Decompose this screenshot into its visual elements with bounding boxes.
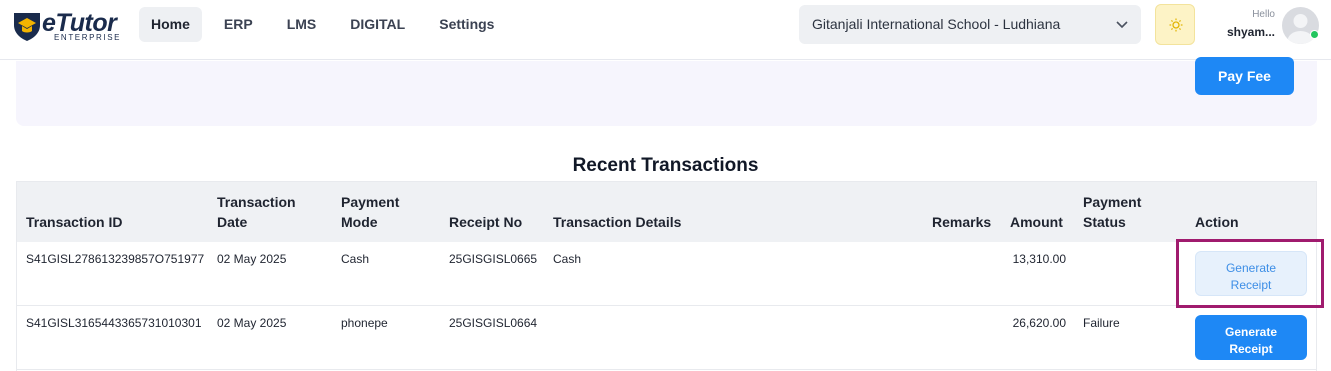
nav-settings[interactable]: Settings xyxy=(427,7,506,42)
transactions-table: Transaction ID Transaction Date Payment … xyxy=(16,181,1317,371)
sun-icon xyxy=(1169,18,1183,32)
chevron-down-icon xyxy=(1116,21,1128,29)
theme-toggle-button[interactable] xyxy=(1155,4,1195,45)
cell-transaction-id: S41GISL3165443365731010301 xyxy=(26,316,202,330)
school-select[interactable]: Gitanjali International School - Ludhian… xyxy=(799,5,1141,44)
col-remarks: Remarks xyxy=(932,214,992,230)
etutor-logo[interactable]: eTutor ENTERPRISE xyxy=(10,9,120,45)
cell-payment-mode: Cash xyxy=(341,252,370,266)
nav-lms[interactable]: LMS xyxy=(275,7,329,42)
col-action: Action xyxy=(1195,214,1239,230)
col-transaction-id: Transaction ID xyxy=(26,214,123,230)
col-receipt-no: Receipt No xyxy=(449,214,523,230)
cell-date: 02 May 2025 xyxy=(217,316,287,330)
cell-payment-mode: phonepe xyxy=(341,316,388,330)
col-transaction-date-line2: Date xyxy=(217,214,248,230)
user-name[interactable]: shyam... xyxy=(1222,25,1275,39)
col-payment-status-line1: Payment xyxy=(1083,194,1142,210)
nav-digital[interactable]: DIGITAL xyxy=(338,7,417,42)
nav-erp[interactable]: ERP xyxy=(212,7,265,42)
nav-home[interactable]: Home xyxy=(139,7,202,42)
col-transaction-date-line1: Transaction xyxy=(217,194,296,210)
main-nav: Home ERP LMS DIGITAL Settings xyxy=(139,7,516,42)
col-payment-status-line2: Status xyxy=(1083,214,1126,230)
recent-transactions-title: Recent Transactions xyxy=(572,155,759,176)
top-navbar: eTutor ENTERPRISE Home ERP LMS DIGITAL S… xyxy=(0,0,1331,60)
cell-receipt-no: 25GISGISL0665 xyxy=(449,252,538,266)
fee-summary-card: Pay Fee xyxy=(16,57,1317,126)
table-row: S41GISL278613239857O751977 02 May 2025 C… xyxy=(17,242,1316,306)
school-select-value: Gitanjali International School - Ludhian… xyxy=(812,16,1061,32)
generate-receipt-button[interactable]: Generate Receipt xyxy=(1195,315,1307,360)
cell-receipt-no: 25GISGISL0664 xyxy=(449,316,538,330)
cell-amount: 26,620.00 xyxy=(1012,316,1066,330)
highlight-annotation-box xyxy=(1176,239,1324,308)
cell-date: 02 May 2025 xyxy=(217,252,287,266)
cell-transaction-id: S41GISL278613239857O751977 xyxy=(26,252,205,266)
greeting-text: Hello xyxy=(1252,9,1275,20)
generate-receipt-label-line1: Generate xyxy=(1224,324,1278,339)
online-status-dot xyxy=(1310,30,1319,39)
cell-payment-status: Failure xyxy=(1083,316,1120,330)
table-row: S41GISL3165443365731010301 02 May 2025 p… xyxy=(17,306,1316,370)
logo-subtitle: ENTERPRISE xyxy=(54,33,122,42)
pay-fee-button[interactable]: Pay Fee xyxy=(1195,57,1294,95)
cell-details: Cash xyxy=(553,252,582,266)
col-transaction-details: Transaction Details xyxy=(553,214,682,230)
logo-shield-icon xyxy=(14,13,40,41)
col-payment-mode-line1: Payment xyxy=(341,194,400,210)
cell-amount: 13,310.00 xyxy=(1012,252,1066,266)
col-payment-mode-line2: Mode xyxy=(341,214,378,230)
generate-receipt-label-line2: Receipt xyxy=(1229,341,1273,356)
table-header: Transaction ID Transaction Date Payment … xyxy=(17,182,1316,242)
col-amount: Amount xyxy=(1010,214,1063,230)
